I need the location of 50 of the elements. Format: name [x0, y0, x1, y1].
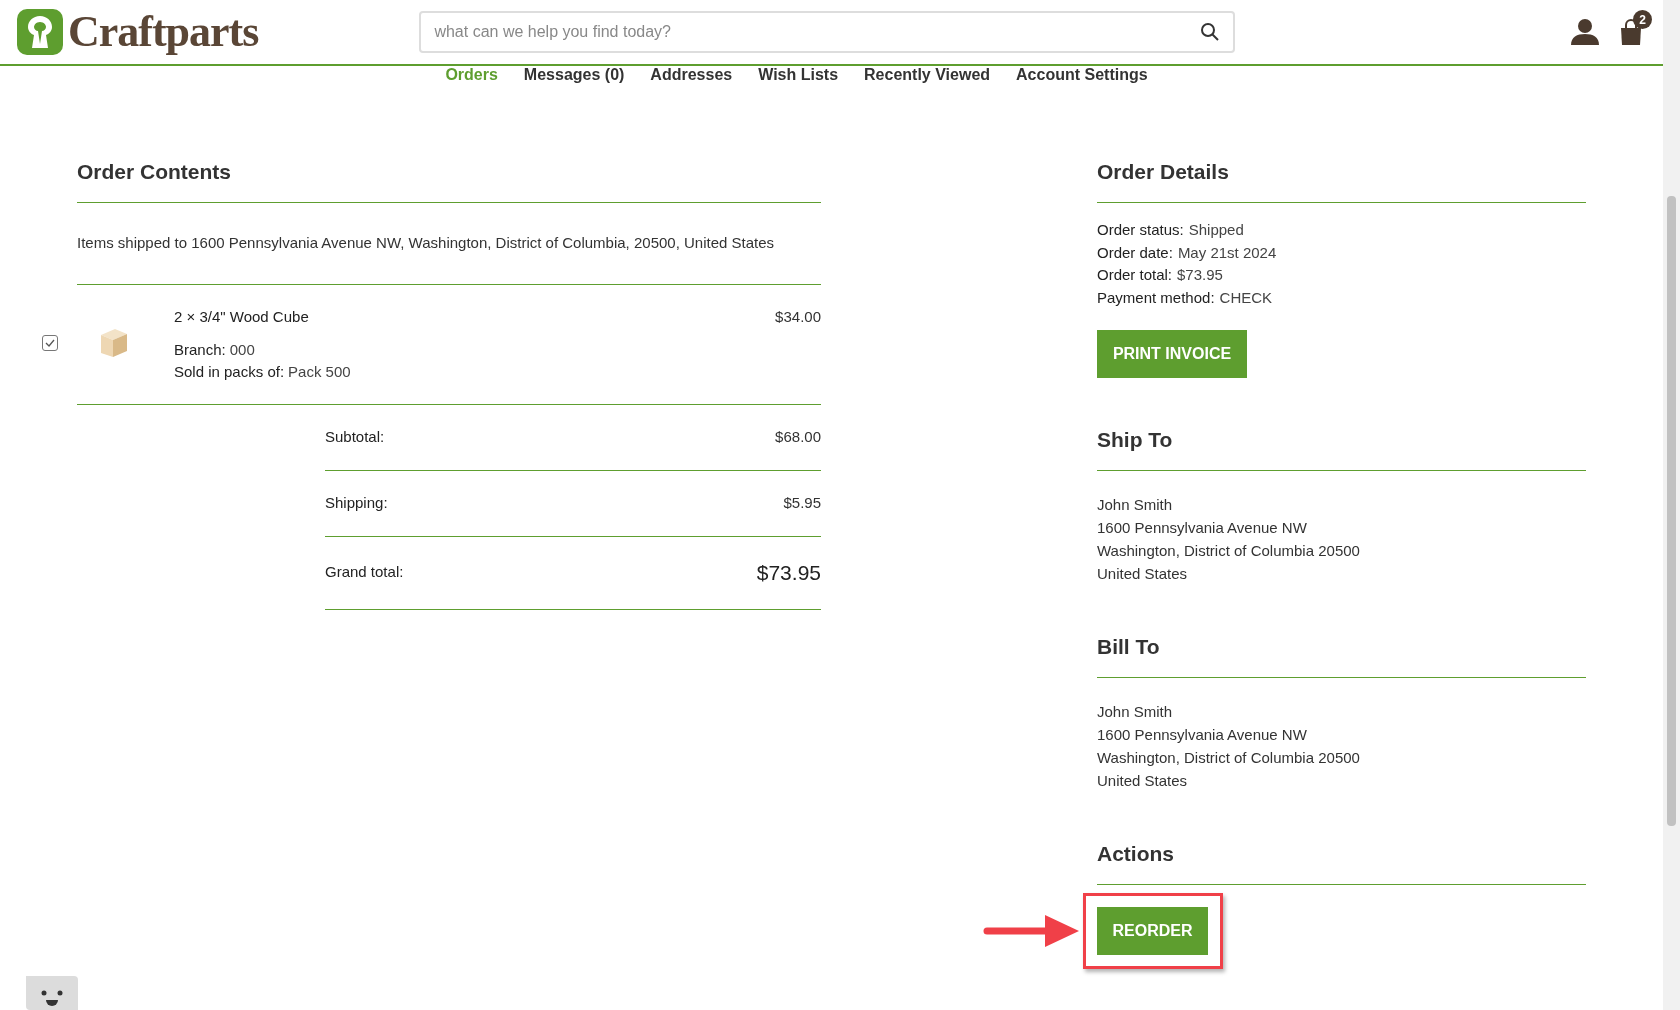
wood-cube-image: [99, 326, 129, 359]
detail-value: $73.95: [1177, 265, 1223, 285]
item-name: 2 × 3/4" Wood Cube: [174, 306, 309, 327]
detail-value: Pack 500: [288, 361, 351, 382]
account-nav-tab[interactable]: Recently Viewed: [864, 64, 991, 86]
detail-label: Order total:: [1097, 265, 1173, 285]
site-logo[interactable]: Craftparts: [68, 10, 259, 54]
search-field[interactable]: what can we help you find today?: [419, 11, 1236, 53]
address-line: United States: [1097, 771, 1188, 791]
check-icon: [45, 338, 55, 347]
detail-value: Shipped: [1188, 220, 1244, 240]
section-title: Order Details: [1097, 159, 1229, 185]
total-value: $73.95: [756, 559, 821, 586]
section-title: Order Contents: [77, 159, 231, 185]
section-title: Bill To: [1097, 634, 1160, 660]
shipping-address-text: Items shipped to 1600 Pennsylvania Avenue NW, Washington, District of Columbia, 20500, United States: [77, 233, 775, 253]
detail-label: Payment method:: [1097, 287, 1215, 308]
detail-label: Order status:: [1097, 220, 1184, 240]
total-value: $5.95: [783, 492, 821, 513]
account-nav-tab[interactable]: Wish Lists: [758, 64, 839, 86]
cart-count-badge: 2: [1633, 10, 1652, 29]
total-value: $68.00: [775, 426, 821, 447]
detail-value: May 21st 2024: [1177, 242, 1277, 263]
address-line: Washington, District of Columbia 20500: [1097, 541, 1360, 561]
detail-label: Order date:: [1097, 242, 1173, 263]
address-line: 1600 Pennsylvania Avenue NW: [1097, 725, 1307, 745]
detail-label: Sold in packs of:: [174, 361, 285, 382]
section-title: Actions: [1097, 841, 1174, 867]
detail-value: 000: [229, 339, 255, 360]
address-line: United States: [1097, 564, 1188, 584]
account-nav-tab[interactable]: Addresses: [650, 64, 733, 86]
address-line: Washington, District of Columbia 20500: [1097, 748, 1360, 768]
detail-label: Branch:: [174, 339, 226, 360]
chat-bot-icon[interactable]: [26, 976, 78, 1010]
address-line: John Smith: [1097, 495, 1173, 515]
section-title: Ship To: [1097, 427, 1173, 453]
total-label: Shipping:: [325, 492, 388, 513]
item-price: $34.00: [775, 306, 821, 327]
total-label: Subtotal:: [325, 426, 385, 447]
tree-logo-icon: [16, 8, 64, 56]
scrollbar-thumb[interactable]: [1667, 196, 1676, 826]
address-line: 1600 Pennsylvania Avenue NW: [1097, 518, 1307, 538]
detail-value: CHECK: [1219, 287, 1273, 308]
address-line: John Smith: [1097, 702, 1173, 722]
total-label: Grand total:: [325, 562, 404, 583]
item-checkbox[interactable]: [42, 334, 58, 351]
account-nav-tab[interactable]: Messages (0): [523, 64, 625, 86]
search-icon[interactable]: [1200, 22, 1221, 42]
account-nav-tab[interactable]: Account Settings: [1016, 64, 1148, 86]
user-icon[interactable]: [1571, 19, 1599, 45]
